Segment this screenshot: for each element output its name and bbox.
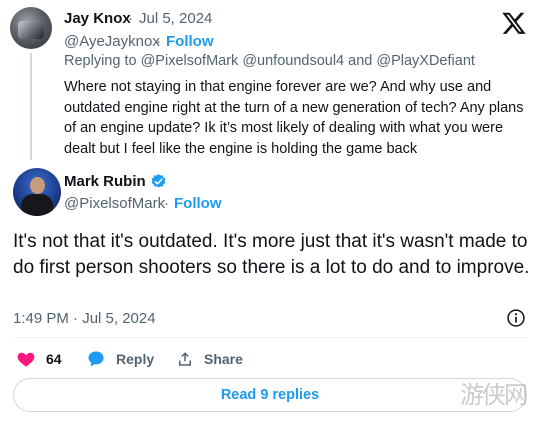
parent-follow-button[interactable]: Follow [166,33,214,50]
share-icon [179,352,191,366]
parent-date-separator: · [128,10,133,27]
avatar-jay-knox[interactable] [10,7,52,49]
share-label: Share [204,351,243,367]
watermark-logo: 游侠网 [460,381,528,409]
heart-icon [17,352,35,367]
reply-bubble-icon [88,351,104,367]
parent-follow-separator: · [156,33,161,50]
parent-date[interactable]: Jul 5, 2024 [139,10,212,27]
x-logo-icon[interactable] [500,10,528,36]
main-handle[interactable]: @PixelsofMark [64,195,165,212]
main-tweet-text: It's not that it's outdated. It's more j… [13,231,530,278]
parent-handle[interactable]: @AyeJayknox [64,33,160,50]
replying-to-mentions[interactable]: @PixelsofMark @unfoundsoul4 and @PlayXDe… [141,53,475,69]
parent-tweet-text: Where not staying in that engine forever… [64,79,524,157]
verified-badge-icon [151,174,166,188]
main-author-name[interactable]: Mark Rubin [64,173,146,190]
replying-to-line: Replying to @PixelsofMark @unfoundsoul4 … [64,53,475,69]
info-icon[interactable] [506,308,526,328]
like-button[interactable]: 64 [16,348,62,370]
parent-author-name[interactable]: Jay Knox [64,10,131,27]
main-follow-separator: · [164,195,169,212]
reply-button[interactable]: Reply [86,348,154,370]
main-follow-button[interactable]: Follow [174,195,222,212]
like-count: 64 [46,351,62,367]
replying-to-prefix: Replying to [64,53,137,69]
read-replies-button[interactable]: Read 9 replies [13,378,527,412]
thread-connector-line [30,53,32,160]
reply-label: Reply [116,351,155,367]
main-timestamp[interactable]: 1:49 PM · Jul 5, 2024 [13,310,156,327]
share-button[interactable]: Share [176,348,243,370]
avatar-mark-rubin[interactable] [13,168,61,216]
actions-divider [13,337,529,338]
